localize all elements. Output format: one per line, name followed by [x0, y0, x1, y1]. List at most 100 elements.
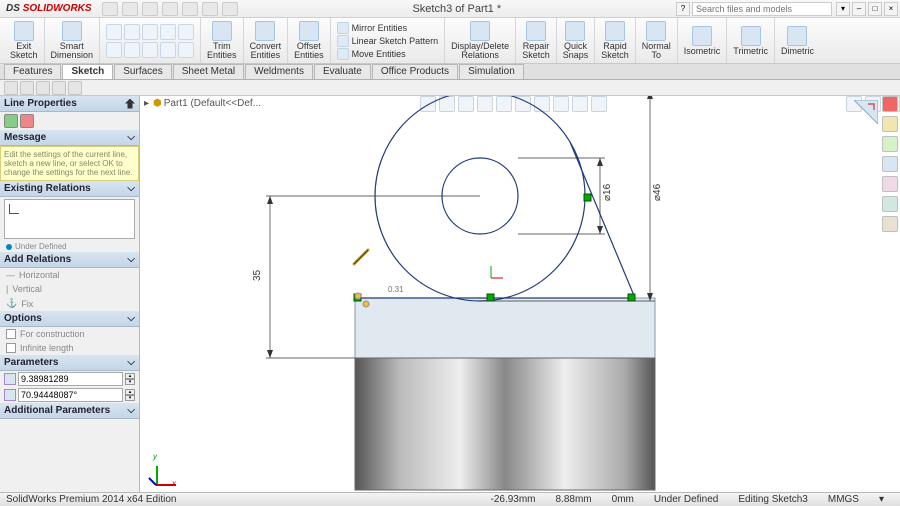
polygon-tool[interactable] — [106, 42, 122, 58]
confirm-corner[interactable] — [854, 100, 878, 124]
task-view-icon[interactable] — [882, 176, 898, 192]
mirror-entities-button[interactable]: Mirror Entities — [337, 22, 439, 34]
circle-tool[interactable] — [142, 24, 158, 40]
qat-open[interactable] — [122, 2, 138, 16]
property-mgr-icon[interactable] — [20, 81, 34, 95]
fillet-tool[interactable] — [160, 42, 176, 58]
tab-office[interactable]: Office Products — [372, 64, 458, 79]
exit-sketch-button[interactable]: Exit Sketch — [4, 18, 45, 63]
rapid-sketch-button[interactable]: Rapid Sketch — [595, 18, 636, 63]
message-header[interactable]: Message⌵ — [0, 130, 139, 146]
feature-tree-icon[interactable] — [4, 81, 18, 95]
offset-entities-button[interactable]: Offset Entities — [288, 18, 331, 63]
tab-simulation[interactable]: Simulation — [459, 64, 524, 79]
spin-down[interactable]: ▾ — [125, 379, 135, 385]
add-horizontal[interactable]: — Horizontal — [0, 268, 139, 282]
dimension-dia16[interactable]: ⌀16 — [518, 158, 613, 234]
app-logo: DS SOLIDWORKS — [0, 3, 98, 14]
window-minimize[interactable]: – — [852, 2, 866, 16]
endpoint-handle[interactable] — [355, 293, 361, 299]
angle-input[interactable] — [18, 388, 123, 402]
linear-pattern-button[interactable]: Linear Sketch Pattern — [337, 35, 439, 47]
move-icon — [337, 48, 349, 60]
quick-snaps-button[interactable]: Quick Snaps — [557, 18, 596, 63]
status-extra-icon[interactable]: ▾ — [869, 494, 894, 505]
tab-features[interactable]: Features — [4, 64, 61, 79]
qat-undo[interactable] — [182, 2, 198, 16]
existing-relations-header[interactable]: Existing Relations⌵ — [0, 181, 139, 197]
qat-new[interactable] — [102, 2, 118, 16]
length-input[interactable] — [18, 372, 123, 386]
relation-handle[interactable] — [628, 294, 635, 301]
convert-entities-button[interactable]: Convert Entities — [244, 18, 289, 63]
config-mgr-icon[interactable] — [36, 81, 50, 95]
window-close[interactable]: × — [884, 2, 898, 16]
repair-sketch-button[interactable]: Repair Sketch — [516, 18, 557, 63]
checkbox-icon[interactable] — [6, 329, 16, 339]
qat-rebuild[interactable] — [202, 2, 218, 16]
infinite-length-option[interactable]: Infinite length — [0, 341, 139, 355]
dimetric-button[interactable]: Dimetric — [775, 18, 820, 63]
display-relations-button[interactable]: Display/Delete Relations — [445, 18, 516, 63]
window-maximize[interactable]: □ — [868, 2, 882, 16]
ellipse-tool[interactable] — [124, 42, 140, 58]
angle-icon — [4, 389, 16, 401]
trim-entities-button[interactable]: Trim Entities — [201, 18, 244, 63]
line-tool[interactable] — [106, 24, 122, 40]
dim-mgr-icon[interactable] — [52, 81, 66, 95]
checkbox-icon[interactable] — [6, 343, 16, 353]
additional-params-header[interactable]: Additional Parameters⌵ — [0, 403, 139, 419]
point-tool[interactable] — [178, 42, 194, 58]
ok-button[interactable] — [4, 114, 18, 128]
sketch-circle-outer[interactable] — [375, 96, 585, 301]
tab-weldments[interactable]: Weldments — [245, 64, 313, 79]
task-library-icon[interactable] — [882, 136, 898, 152]
spin-down[interactable]: ▾ — [125, 395, 135, 401]
dimension-dia46[interactable]: ⌀46 — [480, 96, 663, 301]
qat-save[interactable] — [142, 2, 158, 16]
qat-print[interactable] — [162, 2, 178, 16]
add-relations-header[interactable]: Add Relations⌵ — [0, 252, 139, 268]
parameters-header[interactable]: Parameters⌵ — [0, 355, 139, 371]
sketch-entities-group — [100, 18, 201, 63]
task-custom-icon[interactable] — [882, 216, 898, 232]
rect-tool[interactable] — [124, 24, 140, 40]
tab-sketch[interactable]: Sketch — [62, 64, 113, 79]
dimension-icon — [62, 21, 82, 41]
status-units[interactable]: MMGS — [818, 494, 869, 505]
normal-to-button[interactable]: Normal To — [636, 18, 678, 63]
length-icon — [4, 373, 16, 385]
tab-surfaces[interactable]: Surfaces — [114, 64, 171, 79]
graphics-area[interactable]: ▸ ⬢Part1 (Default<<Def... — [140, 96, 900, 492]
options-header[interactable]: Options⌵ — [0, 311, 139, 327]
endpoint-handle[interactable] — [363, 301, 369, 307]
display-mgr-icon[interactable] — [68, 81, 82, 95]
qat-options[interactable] — [222, 2, 238, 16]
panel-title: Line Properties — [0, 96, 139, 112]
task-resources-icon[interactable] — [882, 116, 898, 132]
task-close-icon[interactable] — [882, 96, 898, 112]
task-appearance-icon[interactable] — [882, 196, 898, 212]
search-dropdown[interactable]: ▾ — [836, 2, 850, 16]
cancel-button[interactable] — [20, 114, 34, 128]
isometric-button[interactable]: Isometric — [678, 18, 728, 63]
task-explorer-icon[interactable] — [882, 156, 898, 172]
help-icon[interactable]: ? — [676, 2, 690, 16]
relations-list[interactable] — [4, 199, 135, 239]
add-vertical[interactable]: | Vertical — [0, 282, 139, 296]
add-fix[interactable]: ⚓ Fix — [0, 296, 139, 311]
tab-evaluate[interactable]: Evaluate — [314, 64, 371, 79]
trimetric-button[interactable]: Trimetric — [727, 18, 775, 63]
slot-tool[interactable] — [142, 42, 158, 58]
spline-tool[interactable] — [178, 24, 194, 40]
pin-icon[interactable] — [125, 99, 135, 109]
sketch-canvas[interactable]: 35 ⌀16 ⌀46 0.31 — [140, 96, 900, 492]
relation-handle[interactable] — [487, 294, 494, 301]
smart-dimension-button[interactable]: Smart Dimension — [45, 18, 101, 63]
relation-handle[interactable] — [584, 194, 591, 201]
for-construction-option[interactable]: For construction — [0, 327, 139, 341]
search-input[interactable] — [692, 2, 832, 16]
arc-tool[interactable] — [160, 24, 176, 40]
tab-sheetmetal[interactable]: Sheet Metal — [173, 64, 244, 79]
move-entities-button[interactable]: Move Entities — [337, 48, 439, 60]
